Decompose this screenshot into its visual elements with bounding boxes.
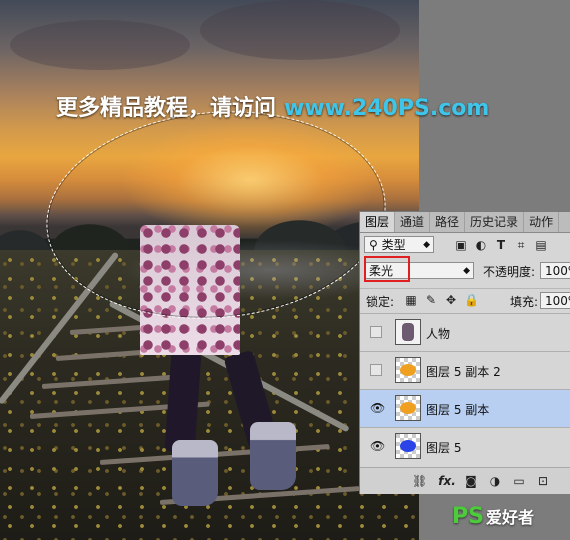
lock-label: 锁定: [366, 295, 395, 309]
type-filter-icon[interactable]: T [494, 238, 508, 252]
dropdown-arrow-icon: ◆ [423, 240, 430, 250]
lock-row: 锁定: ▦ ✎ ✥ 🔒 填充: 100% [360, 288, 570, 311]
visibility-toggle[interactable] [370, 326, 382, 338]
panel-tabs: 图层 通道 路径 历史记录 动作 [360, 212, 570, 233]
layer-row-selected[interactable]: 👁 图层 5 副本 [360, 389, 570, 427]
tab-channels[interactable]: 通道 [395, 212, 431, 232]
logo-ps: PS [452, 504, 484, 529]
search-icon: ⚲ [369, 238, 378, 252]
tab-actions[interactable]: 动作 [524, 212, 560, 232]
person-boot [172, 440, 218, 506]
panel-bottom-bar: ⛓ fx. ◙ ◑ ▭ ⊡ [360, 467, 570, 494]
layer-thumbnail [395, 433, 421, 459]
layer-row[interactable]: 👁 图层 5 [360, 427, 570, 465]
orange-blob-icon [400, 402, 416, 414]
lock-all-icon[interactable]: 🔒 [464, 293, 479, 307]
watermark-url: www.240PS.com [284, 96, 490, 121]
lock-paint-icon[interactable]: ✎ [424, 293, 438, 307]
filter-kind-dropdown[interactable]: ⚲ 类型 ◆ [364, 236, 434, 253]
filter-kind-label: 类型 [381, 238, 406, 252]
watermark: 更多精品教程，请访问 www.240PS.com [56, 90, 490, 121]
opacity-label: 不透明度: [483, 265, 536, 279]
layer-name: 图层 5 副本 2 [426, 365, 501, 379]
person-thumb-icon [402, 323, 414, 341]
blend-mode-highlight [364, 256, 410, 282]
visibility-toggle[interactable] [370, 364, 382, 376]
layer-name: 人物 [426, 327, 451, 341]
image-filter-icon[interactable]: ▣ [454, 238, 468, 252]
opacity-field[interactable]: 100% [540, 262, 570, 279]
layer-thumbnail [395, 395, 421, 421]
fill-field[interactable]: 100% [540, 292, 570, 309]
new-layer-icon[interactable]: ⊡ [536, 474, 550, 488]
cloud [10, 20, 190, 70]
site-logo: PS 爱好者 [452, 504, 534, 529]
layer-row[interactable]: 图层 5 副本 2 [360, 351, 570, 389]
link-layers-icon[interactable]: ⛓ [412, 474, 427, 488]
layers-panel: 图层 通道 路径 历史记录 动作 ⚲ 类型 ◆ ▣ ◐ T ⌗ ▤ 柔光 ◆ 不… [359, 211, 570, 494]
fill-label: 填充: [510, 295, 539, 309]
new-group-icon[interactable]: ▭ [512, 474, 526, 488]
smart-object-filter-icon[interactable]: ▤ [534, 238, 548, 252]
tab-paths[interactable]: 路径 [430, 212, 466, 232]
adjustment-layer-icon[interactable]: ◑ [488, 474, 502, 488]
logo-site: 爱好者 [485, 508, 534, 527]
adjustment-filter-icon[interactable]: ◐ [474, 238, 488, 252]
cloud [200, 0, 400, 60]
layer-thumbnail [395, 357, 421, 383]
lock-transparency-icon[interactable]: ▦ [404, 293, 418, 307]
tab-layers[interactable]: 图层 [360, 212, 396, 232]
dropdown-arrow-icon: ◆ [463, 266, 470, 276]
orange-blob-icon [400, 364, 416, 376]
filter-row: ⚲ 类型 ◆ ▣ ◐ T ⌗ ▤ [360, 234, 570, 256]
eye-icon[interactable]: 👁 [370, 440, 385, 452]
lock-position-icon[interactable]: ✥ [444, 293, 458, 307]
watermark-text: 更多精品教程，请访问 [56, 96, 277, 121]
layer-name: 图层 5 副本 [426, 403, 490, 417]
eye-icon[interactable]: 👁 [370, 402, 385, 414]
layer-name: 图层 5 [426, 441, 462, 455]
document-canvas[interactable] [0, 0, 419, 540]
tab-history[interactable]: 历史记录 [465, 212, 525, 232]
layer-thumbnail [395, 319, 421, 345]
fx-icon[interactable]: fx. [438, 474, 456, 488]
layer-row[interactable]: 人物 [360, 313, 570, 351]
person-boot [250, 422, 296, 490]
add-mask-icon[interactable]: ◙ [464, 474, 478, 488]
blue-blob-icon [400, 440, 416, 452]
shape-filter-icon[interactable]: ⌗ [514, 238, 528, 252]
